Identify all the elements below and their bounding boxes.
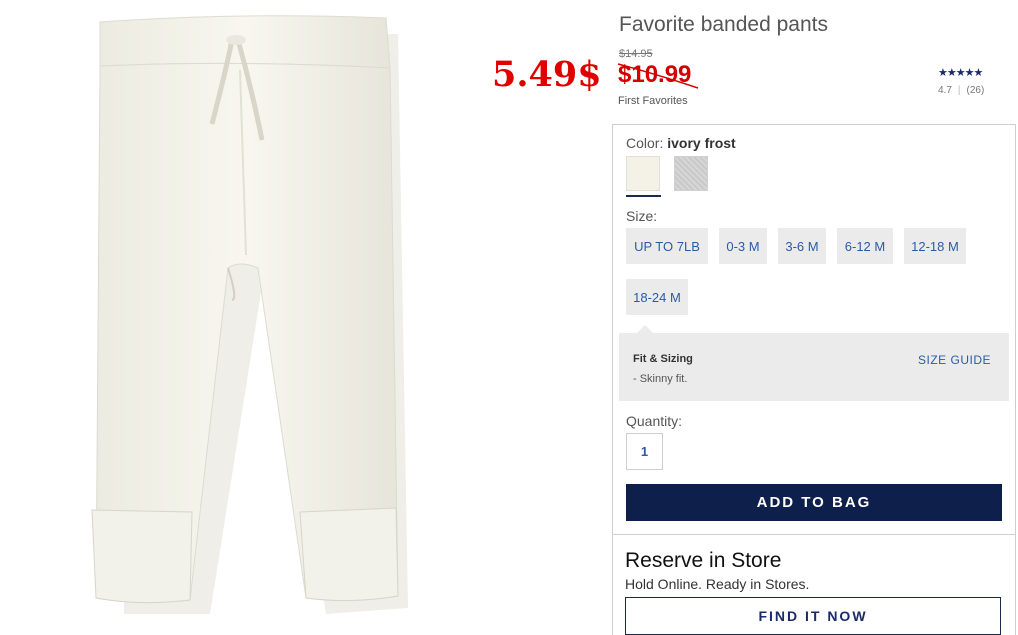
collection-name: First Favorites xyxy=(618,95,688,107)
swatch-ivory-frost[interactable] xyxy=(626,156,660,191)
size-label: Size: xyxy=(626,208,658,224)
product-image xyxy=(0,0,480,635)
find-it-now-button[interactable]: FIND IT NOW xyxy=(625,597,1001,635)
size-3-6m[interactable]: 3-6 M xyxy=(778,228,826,264)
original-price: $14.95 xyxy=(619,48,653,60)
review-count[interactable]: (26) xyxy=(967,85,985,96)
handwritten-price-overlay: 5.49$ xyxy=(492,54,602,95)
price-strike-mark xyxy=(617,63,699,89)
size-up-to-7lb[interactable]: UP TO 7LB xyxy=(626,228,708,264)
rating-meta: 4.7 | (26) xyxy=(938,85,985,96)
fit-sizing-box: Fit & Sizing - Skinny fit. SIZE GUIDE xyxy=(619,325,1009,401)
fit-note: - Skinny fit. xyxy=(633,373,688,385)
add-to-bag-button[interactable]: ADD TO BAG xyxy=(626,484,1002,521)
swatch-grey[interactable] xyxy=(674,156,708,191)
rating-summary[interactable]: ★★★★★ 4.7 | (26) xyxy=(938,66,984,96)
size-18-24m[interactable]: 18-24 M xyxy=(626,279,688,315)
selected-color-name: ivory frost xyxy=(667,135,736,151)
pants-illustration xyxy=(91,15,408,614)
reserve-title: Reserve in Store xyxy=(625,549,782,572)
size-guide-link[interactable]: SIZE GUIDE xyxy=(918,353,991,367)
size-6-12m[interactable]: 6-12 M xyxy=(837,228,893,264)
color-label-text: Color: xyxy=(626,135,664,151)
size-0-3m[interactable]: 0-3 M xyxy=(719,228,767,264)
rating-value: 4.7 xyxy=(938,85,952,96)
color-label: Color: ivory frost xyxy=(626,135,736,151)
star-rating-icon: ★★★★★ xyxy=(938,67,983,79)
size-12-18m[interactable]: 12-18 M xyxy=(904,228,966,264)
selected-swatch-indicator xyxy=(626,195,661,197)
reserve-in-store-panel: Reserve in Store Hold Online. Ready in S… xyxy=(612,534,1016,635)
quantity-label: Quantity: xyxy=(626,413,683,429)
fit-box-notch xyxy=(637,325,653,333)
purchase-options-panel: Color: ivory frost Size: UP TO 7LB 0-3 M… xyxy=(612,124,1016,535)
quantity-selector[interactable]: 1 xyxy=(626,433,663,470)
fit-sizing-title: Fit & Sizing xyxy=(633,353,693,365)
product-title: Favorite banded pants xyxy=(619,13,828,36)
reserve-subtitle: Hold Online. Ready in Stores. xyxy=(625,576,810,592)
